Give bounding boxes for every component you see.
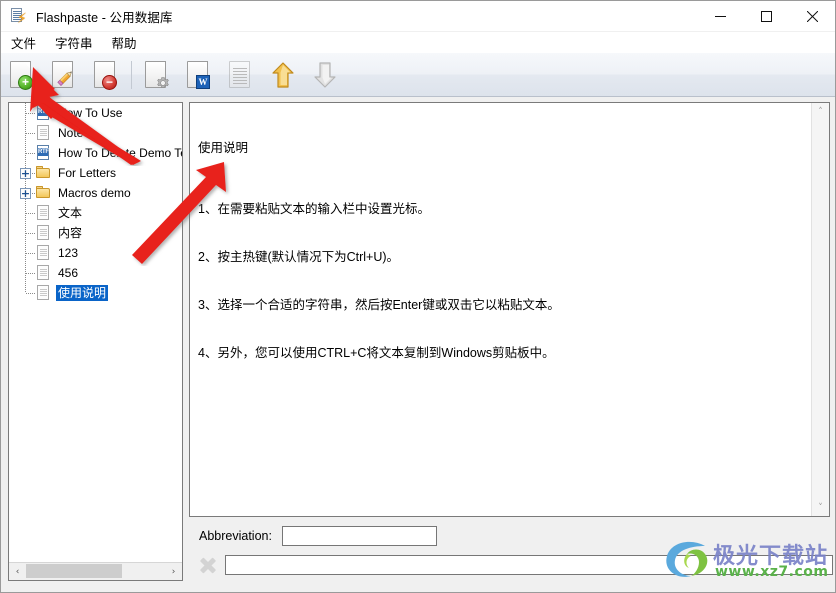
settings-button[interactable]: [136, 55, 178, 95]
menu-item-string[interactable]: 字符串: [46, 31, 102, 55]
menu-item-help[interactable]: 帮助: [103, 31, 146, 55]
abbreviation-label: Abbreviation:: [199, 529, 272, 543]
arrow-up-icon: [268, 59, 298, 91]
tree-expander-plus-icon[interactable]: +: [20, 188, 31, 199]
tree-item-label: 456: [58, 266, 79, 280]
tree-item-label: 使用说明: [56, 285, 109, 301]
window-controls: [697, 1, 835, 32]
menu-item-file[interactable]: 文件: [2, 31, 45, 55]
tree-item-label: For Letters: [58, 166, 117, 180]
entries-tree[interactable]: How To Use Note How To Delete Demo Text + Fo…: [9, 103, 182, 562]
tree-item-label: 内容: [58, 226, 83, 240]
tree-item-label: How To Delete Demo Text: [58, 146, 182, 160]
text-file-icon: [35, 264, 52, 282]
menu-bar: 文件 字符串 帮助: [1, 32, 835, 53]
tree-item-how-to-delete-demo-text[interactable]: How To Delete Demo Text: [9, 143, 182, 163]
tree-connector: [17, 283, 35, 303]
tree-connector: [17, 143, 35, 163]
new-entry-button[interactable]: +: [1, 55, 43, 95]
edit-pencil-icon: [49, 59, 79, 91]
text-file-icon: [35, 284, 52, 302]
arrow-down-icon: [310, 59, 340, 91]
title-bar: ⚡ Flashpaste - 公用数据库: [1, 1, 835, 32]
toolbar: + − W: [1, 53, 835, 97]
tree-item-note[interactable]: Note: [9, 123, 182, 143]
tree-hscroll-track[interactable]: [26, 563, 165, 580]
content-vertical-scrollbar[interactable]: ˄ ˅: [811, 103, 829, 516]
new-document-icon: +: [7, 59, 37, 91]
folder-icon: [35, 184, 52, 202]
tree-item-文本[interactable]: 文本: [9, 203, 182, 223]
content-line-4: 4、另外，您可以使用CTRL+C将文本复制到Windows剪贴板中。: [198, 346, 555, 360]
folder-icon: [35, 164, 52, 182]
move-up-button[interactable]: [262, 55, 304, 95]
tree-item-123[interactable]: 123: [9, 243, 182, 263]
tree-connector: [17, 103, 35, 123]
tree-item-for-letters[interactable]: + For Letters: [9, 163, 182, 183]
scroll-left-arrow-icon[interactable]: ‹: [9, 563, 26, 580]
content-pane[interactable]: 使用说明 1、在需要粘贴文本的输入栏中设置光标。 2、按主热键(默认情况下为Ct…: [189, 102, 830, 517]
minimize-button[interactable]: [697, 1, 743, 32]
move-down-button[interactable]: [304, 55, 346, 95]
text-file-icon: [35, 124, 52, 142]
abbreviation-input[interactable]: [281, 526, 437, 546]
close-button[interactable]: [789, 1, 835, 32]
delete-document-icon: −: [91, 59, 121, 91]
tree-item-how-to-use[interactable]: How To Use: [9, 103, 182, 123]
tree-connector: [17, 263, 35, 283]
scroll-down-arrow-icon[interactable]: ˅: [812, 499, 829, 516]
window-title: Flashpaste - 公用数据库: [36, 10, 173, 25]
text-file-icon: [35, 224, 52, 242]
tree-connector: +: [17, 163, 35, 183]
rtf-file-icon: [35, 144, 52, 162]
text-view-button[interactable]: [220, 55, 262, 95]
tree-item-label: 123: [58, 246, 79, 260]
tree-expander-plus-icon[interactable]: +: [20, 168, 31, 179]
text-file-icon: [35, 204, 52, 222]
maximize-button[interactable]: [743, 1, 789, 32]
search-input[interactable]: [225, 555, 833, 575]
word-document-icon: W: [184, 59, 214, 91]
tree-item-label: Note: [58, 126, 84, 140]
content-line-3: 3、选择一个合适的字符串，然后按Enter键或双击它以粘贴文本。: [198, 298, 560, 312]
tree-item-内容[interactable]: 内容: [9, 223, 182, 243]
flashpaste-window: ⚡ Flashpaste - 公用数据库 文件 字符串 帮助 + − W RTF…: [0, 0, 836, 593]
tree-item-macros-demo[interactable]: + Macros demo: [9, 183, 182, 203]
tree-horizontal-scrollbar[interactable]: ‹ ›: [9, 562, 182, 580]
content-title: 使用说明: [198, 141, 249, 155]
word-export-button[interactable]: W: [178, 55, 220, 95]
tree-item-456[interactable]: 456: [9, 263, 182, 283]
tree-item-使用说明[interactable]: 使用说明: [9, 283, 182, 303]
content-line-1: 1、在需要粘贴文本的输入栏中设置光标。: [198, 202, 430, 216]
tree-item-label: How To Use: [58, 106, 123, 120]
tree-connector: [17, 203, 35, 223]
document-lightning-icon: ⚡: [10, 7, 28, 25]
text-file-icon: [35, 244, 52, 262]
gear-document-icon: [142, 59, 172, 91]
tree-item-label: 文本: [58, 206, 83, 220]
tree-connector: +: [17, 183, 35, 203]
tree-item-label: Macros demo: [58, 186, 131, 200]
abbreviation-row: Abbreviation:: [189, 522, 830, 550]
scroll-up-arrow-icon[interactable]: ˄: [812, 103, 829, 120]
tree-hscroll-thumb[interactable]: [26, 564, 122, 578]
text-document-icon: [226, 59, 256, 91]
toolbar-separator: [131, 60, 132, 89]
content-line-2: 2、按主热键(默认情况下为Ctrl+U)。: [198, 250, 400, 264]
clear-x-icon[interactable]: [195, 553, 221, 577]
rtf-file-icon: [35, 104, 52, 122]
delete-entry-button[interactable]: −: [85, 55, 127, 95]
content-text: 使用说明 1、在需要粘贴文本的输入栏中设置光标。 2、按主热键(默认情况下为Ct…: [198, 108, 809, 393]
tree-connector: [17, 243, 35, 263]
scroll-right-arrow-icon[interactable]: ›: [165, 563, 182, 580]
tree-connector: [17, 223, 35, 243]
search-row: [189, 552, 835, 578]
tree-connector: [17, 123, 35, 143]
entries-tree-pane: How To Use Note How To Delete Demo Text + Fo…: [8, 102, 183, 581]
edit-entry-button[interactable]: [43, 55, 85, 95]
